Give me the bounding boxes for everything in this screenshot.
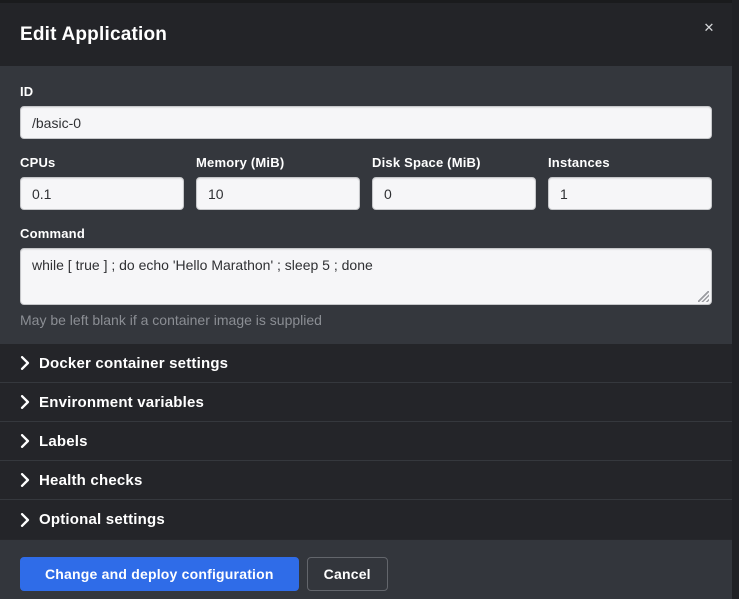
section-docker-container-settings[interactable]: Docker container settings [0,344,732,383]
application-form: ID CPUs Memory (MiB) Disk Space (MiB) In… [0,66,732,344]
page-backdrop-edge [732,0,739,599]
modal-header: Edit Application ✕ [0,3,732,66]
chevron-right-icon [20,395,30,409]
chevron-right-icon [20,513,30,527]
section-label: Environment variables [39,394,204,411]
cancel-button[interactable]: Cancel [307,557,388,591]
memory-input[interactable] [196,177,360,210]
cpus-input[interactable] [20,177,184,210]
section-label: Docker container settings [39,355,228,372]
close-icon[interactable]: ✕ [698,17,720,39]
cpus-label: CPUs [20,155,184,170]
id-label: ID [20,84,712,99]
chevron-right-icon [20,434,30,448]
section-health-checks[interactable]: Health checks [0,461,732,500]
chevron-right-icon [20,356,30,370]
section-labels[interactable]: Labels [0,422,732,461]
chevron-right-icon [20,473,30,487]
edit-application-modal: Edit Application ✕ ID CPUs Memory (MiB) … [0,3,732,599]
command-help-text: May be left blank if a container image i… [20,312,712,328]
command-label: Command [20,226,712,241]
memory-field-group: Memory (MiB) [196,155,360,210]
memory-label: Memory (MiB) [196,155,360,170]
section-label: Labels [39,433,88,450]
section-environment-variables[interactable]: Environment variables [0,383,732,422]
instances-field-group: Instances [548,155,712,210]
resources-row: CPUs Memory (MiB) Disk Space (MiB) Insta… [20,155,712,210]
disk-field-group: Disk Space (MiB) [372,155,536,210]
instances-input[interactable] [548,177,712,210]
disk-input[interactable] [372,177,536,210]
accordion-sections: Docker container settings Environment va… [0,344,732,539]
command-textarea[interactable]: while [ true ] ; do echo 'Hello Marathon… [20,248,712,305]
instances-label: Instances [548,155,712,170]
section-optional-settings[interactable]: Optional settings [0,500,732,539]
command-field-group: Command while [ true ] ; do echo 'Hello … [20,226,712,328]
disk-label: Disk Space (MiB) [372,155,536,170]
change-and-deploy-button[interactable]: Change and deploy configuration [20,557,299,591]
section-label: Optional settings [39,511,165,528]
id-field-group: ID [20,84,712,139]
cpus-field-group: CPUs [20,155,184,210]
modal-footer: Change and deploy configuration Cancel [0,539,732,599]
section-label: Health checks [39,472,142,489]
modal-title: Edit Application [20,24,167,46]
id-input[interactable] [20,106,712,139]
